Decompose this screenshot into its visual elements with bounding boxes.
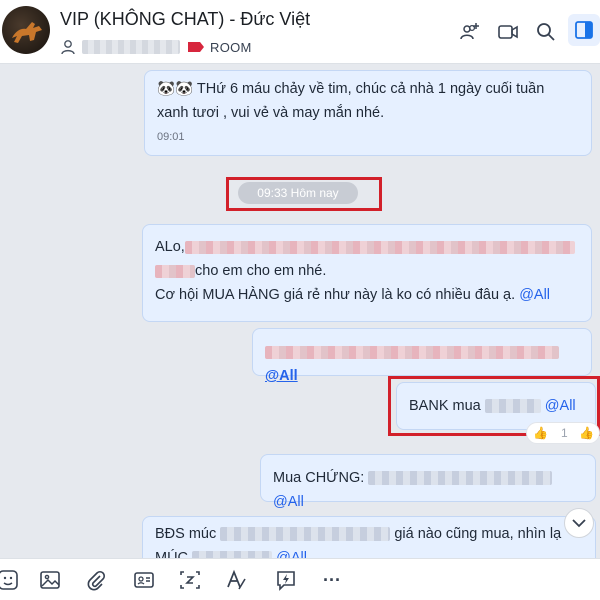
panda-emoji: 🐼🐼: [157, 81, 194, 97]
message-bubble[interactable]: @All: [252, 328, 592, 384]
scroll-to-bottom-button[interactable]: [564, 508, 594, 538]
add-member-icon[interactable]: [458, 20, 482, 44]
search-icon[interactable]: [534, 20, 558, 44]
chevron-down-icon: [572, 519, 586, 528]
blurred-text: [184, 240, 575, 254]
image-icon[interactable]: [38, 568, 62, 592]
screenshot-icon[interactable]: [178, 568, 202, 592]
message-line: ALo,: [155, 235, 579, 259]
blurred-text: [368, 471, 553, 486]
blurred-text: [155, 264, 195, 278]
reaction-count: 1: [561, 426, 568, 440]
room-tag[interactable]: ROOM: [188, 40, 252, 55]
message-line: THứ 6 máu chảy về tim, chúc cả nhà 1 ngà…: [196, 81, 545, 97]
message-line: xanh tươi , vui vẻ và may mắn nhé.: [157, 105, 385, 121]
blurred-text: [220, 527, 391, 542]
header-actions: [444, 14, 600, 46]
message-time: 09:01: [157, 131, 185, 143]
member-icon[interactable]: [60, 39, 76, 55]
message-text: Mua CHỨNG:: [273, 470, 365, 486]
mention-all[interactable]: @All: [276, 550, 307, 558]
highlight-box: [226, 177, 382, 211]
reactions-bar[interactable]: 👍 1 👍: [526, 422, 600, 444]
thumbs-up-icon[interactable]: 👍: [533, 426, 548, 440]
message-line: MÚC @All: [155, 546, 583, 558]
toggle-sidebar-icon[interactable]: [568, 14, 600, 46]
horse-icon: [12, 22, 42, 43]
member-count-blurred: [82, 40, 180, 54]
mention-all[interactable]: @All: [265, 368, 298, 384]
message-line: BĐS múc giá nào cũng mua, nhìn lạ: [155, 526, 562, 542]
chat-header: VIP (KHÔNG CHAT) - Đức Việt ROOM: [0, 0, 600, 64]
text-format-icon[interactable]: [224, 568, 248, 592]
attachment-icon[interactable]: [84, 568, 108, 592]
like-icon[interactable]: 👍: [579, 426, 594, 440]
video-call-icon[interactable]: [496, 20, 520, 44]
more-icon[interactable]: ···: [320, 568, 344, 592]
mention-all[interactable]: @All: [519, 287, 550, 303]
blurred-text: [265, 345, 559, 359]
composer-toolbar: ···: [0, 558, 600, 600]
quick-message-icon[interactable]: [274, 568, 298, 592]
blurred-text: [192, 551, 273, 558]
message-bubble[interactable]: 🐼🐼 THứ 6 máu chảy về tim, chúc cả nhà 1 …: [144, 70, 592, 156]
message-line: cho em cho em nhé.: [155, 259, 579, 283]
message-bubble[interactable]: BĐS múc giá nào cũng mua, nhìn lạ MÚC @A…: [142, 516, 596, 558]
chat-title: VIP (KHÔNG CHAT) - Đức Việt: [60, 9, 311, 29]
message-line: Cơ hội MUA HÀNG giá rẻ như này là ko có …: [155, 287, 551, 303]
label-tag-icon: [188, 42, 204, 52]
room-tag-label: ROOM: [210, 39, 252, 55]
message-text: 🐼🐼 THứ 6 máu chảy về tim, chúc cả nhà 1 …: [157, 77, 579, 101]
contact-card-icon[interactable]: [132, 568, 156, 592]
message-bubble[interactable]: ALo, cho em cho em nhé. Cơ hội MUA HÀNG …: [142, 224, 592, 322]
mention-all[interactable]: @All: [273, 494, 304, 510]
sticker-icon[interactable]: [0, 568, 20, 592]
group-avatar[interactable]: [2, 6, 50, 54]
message-bubble[interactable]: Mua CHỨNG: @All: [260, 454, 596, 510]
message-list[interactable]: 🐼🐼 THứ 6 máu chảy về tim, chúc cả nhà 1 …: [0, 64, 600, 558]
chat-subtitle-row: ROOM: [60, 37, 252, 57]
